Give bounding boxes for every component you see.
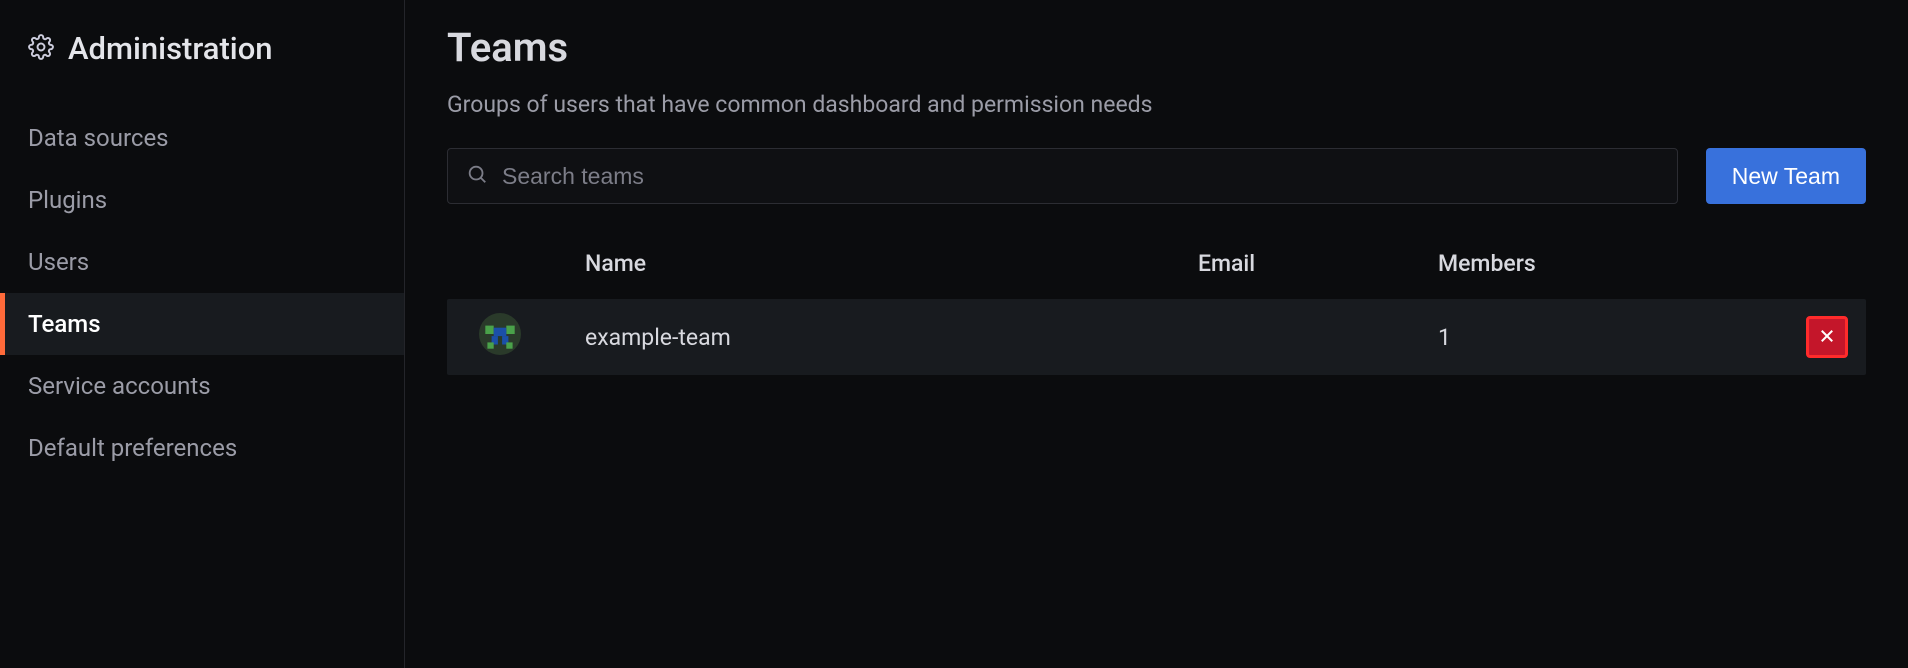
search-icon [466, 163, 488, 189]
sidebar-item-plugins[interactable]: Plugins [0, 169, 404, 231]
sidebar-item-label: Service accounts [28, 372, 211, 400]
sidebar-item-default-preferences[interactable]: Default preferences [0, 417, 404, 479]
sidebar-item-label: Data sources [28, 124, 169, 152]
page-title: Teams [447, 24, 1866, 71]
team-avatar-icon [479, 313, 521, 355]
sidebar-item-label: Default preferences [28, 434, 237, 462]
main-content: Teams Groups of users that have common d… [405, 0, 1908, 668]
sidebar-item-label: Plugins [28, 186, 107, 214]
sidebar-item-teams[interactable]: Teams [0, 293, 404, 355]
cell-name: example-team [585, 324, 1198, 351]
gear-icon [28, 34, 54, 64]
sidebar-item-users[interactable]: Users [0, 231, 404, 293]
sidebar-title: Administration [68, 30, 273, 67]
sidebar: Administration Data sources Plugins User… [0, 0, 405, 668]
search-wrap[interactable] [447, 148, 1678, 204]
teams-table: Name Email Members [447, 250, 1866, 375]
new-team-button[interactable]: New Team [1706, 148, 1866, 204]
table-row[interactable]: example-team 1 [447, 299, 1866, 375]
col-email: Email [1198, 250, 1438, 277]
col-name: Name [585, 250, 1198, 277]
cell-members: 1 [1438, 324, 1768, 351]
toolbar: New Team [447, 148, 1866, 204]
sidebar-nav: Data sources Plugins Users Teams Service… [0, 107, 404, 479]
new-team-label: New Team [1732, 163, 1840, 189]
table-header: Name Email Members [447, 250, 1866, 299]
page-subtitle: Groups of users that have common dashboa… [447, 91, 1866, 118]
sidebar-header: Administration [0, 30, 404, 107]
delete-team-button[interactable] [1806, 316, 1848, 358]
close-icon [1818, 324, 1836, 351]
sidebar-item-label: Teams [28, 310, 101, 338]
search-input[interactable] [502, 163, 1659, 190]
sidebar-item-service-accounts[interactable]: Service accounts [0, 355, 404, 417]
col-members: Members [1438, 250, 1768, 277]
sidebar-item-data-sources[interactable]: Data sources [0, 107, 404, 169]
avatar-cell [465, 313, 585, 361]
sidebar-item-label: Users [28, 248, 89, 276]
